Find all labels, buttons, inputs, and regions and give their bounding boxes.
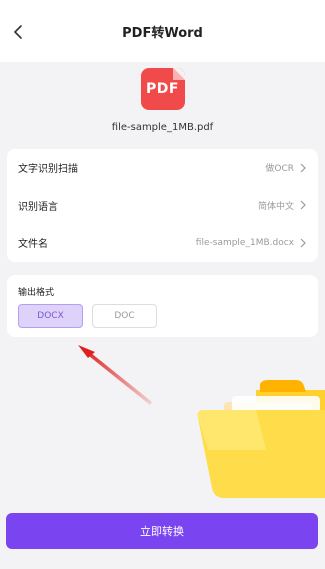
folder-illustration [197,380,325,498]
convert-button[interactable]: 立即转换 [6,513,318,549]
